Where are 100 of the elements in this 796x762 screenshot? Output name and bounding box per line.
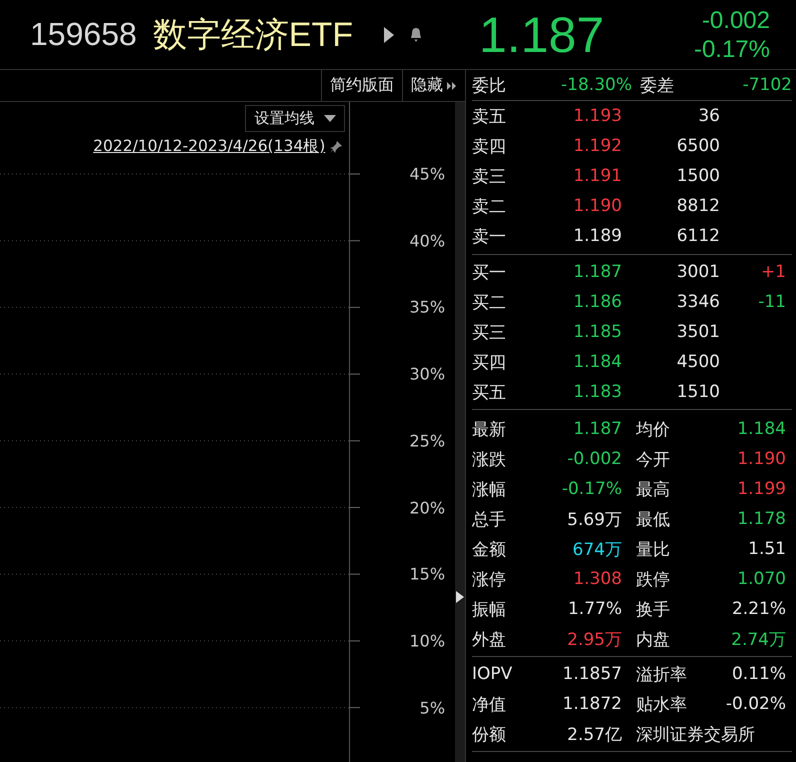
stat-value: 2.74万: [730, 628, 786, 650]
fund-label: 贴水率: [636, 694, 688, 716]
bid-volume: 3346: [676, 292, 720, 312]
row-label: 委差: [640, 74, 675, 96]
ask-label: 卖三: [472, 166, 507, 188]
stat-value: 1.308: [572, 569, 622, 589]
bid-label: 买二: [472, 292, 507, 314]
ask-volume: 36: [697, 106, 720, 126]
row-value: -7102: [742, 75, 792, 95]
stat-label: 最高: [636, 478, 671, 500]
stat-value: 1.199: [736, 479, 786, 499]
ask-volume: 6112: [676, 226, 720, 246]
axis-label: 15%: [409, 564, 446, 584]
bid-label: 买四: [472, 352, 507, 374]
axis-label: 5%: [420, 698, 446, 718]
bid-price: 1.183: [572, 382, 622, 402]
caret-icon: [324, 115, 336, 122]
stat-value: 1.77%: [566, 599, 622, 619]
ask-price: 1.189: [572, 226, 622, 246]
axis-label: 25%: [409, 431, 446, 450]
bid-volume: 1510: [676, 382, 720, 402]
stat-value: 1.178: [736, 509, 786, 529]
exchange-name: 深圳证券交易所: [636, 724, 756, 746]
axis-label: 45%: [409, 164, 446, 184]
last-price: 1.187: [479, 6, 604, 64]
stat-label: 金额: [472, 538, 507, 560]
ask-label: 卖一: [472, 226, 507, 248]
stat-value: 5.69万: [566, 508, 622, 530]
ask-volume: 1500: [676, 166, 720, 186]
bid-label: 买一: [472, 262, 507, 284]
stat-value: 2.95万: [566, 628, 622, 650]
stat-label: 今开: [636, 448, 671, 470]
stat-label: 外盘: [472, 628, 507, 650]
stat-value: 1.070: [736, 569, 786, 589]
expand-arrow-icon[interactable]: [383, 26, 395, 44]
stat-value: -0.17%: [560, 479, 622, 499]
fund-value: 1.1872: [562, 694, 622, 714]
stat-label: 涨停: [472, 568, 507, 590]
date-range-link[interactable]: 2022/10/12-2023/4/26(134根): [93, 136, 326, 157]
bid-price: 1.186: [572, 292, 622, 312]
stat-value: 1.184: [736, 419, 786, 439]
stat-label: 内盘: [636, 628, 671, 650]
ask-volume: 8812: [676, 196, 720, 216]
bid-volume: 3001: [676, 262, 720, 282]
volume-delta: -11: [757, 292, 786, 312]
ask-label: 卖二: [472, 196, 507, 218]
axis-label: 30%: [409, 364, 446, 384]
price-change: -0.002: [702, 6, 770, 34]
double-arrow-icon: [447, 80, 457, 90]
collapse-arrow-icon[interactable]: [456, 591, 464, 603]
stat-label: 换手: [636, 598, 671, 620]
moving-average-dropdown[interactable]: 设置均线: [245, 105, 346, 132]
pin-icon[interactable]: [329, 140, 344, 154]
stat-label: 振幅: [472, 598, 507, 620]
fund-label: 溢折率: [636, 664, 688, 686]
bid-label: 买五: [472, 382, 507, 404]
bid-price: 1.185: [572, 322, 622, 342]
fund-value: 2.57亿: [566, 724, 622, 746]
stock-name: 数字经济ETF: [152, 14, 353, 56]
stat-label: 最低: [636, 508, 671, 530]
stat-label: 涨幅: [472, 478, 507, 500]
bid-price: 1.184: [572, 352, 622, 372]
fund-value: -0.02%: [724, 694, 786, 714]
volume-delta: +1: [760, 262, 786, 282]
stat-label: 最新: [472, 418, 507, 440]
bell-icon[interactable]: [409, 26, 423, 42]
axis-label: 40%: [409, 231, 446, 250]
fund-label: 净值: [472, 694, 507, 716]
stock-code: 159658: [30, 16, 137, 53]
ask-label: 卖四: [472, 136, 507, 158]
stat-value: 1.51: [747, 539, 786, 559]
percent-change: -0.17%: [694, 34, 770, 64]
bid-price: 1.187: [572, 262, 622, 282]
bid-volume: 4500: [676, 352, 720, 372]
stat-value: -0.002: [566, 449, 622, 469]
fund-label: IOPV: [472, 664, 514, 684]
stat-value: 1.187: [572, 419, 622, 439]
fund-label: 份额: [472, 724, 507, 746]
fund-value: 1.1857: [562, 664, 622, 684]
bid-volume: 3501: [676, 322, 720, 342]
ask-price: 1.192: [572, 136, 622, 156]
stat-label: 跌停: [636, 568, 671, 590]
stat-label: 量比: [636, 538, 671, 560]
axis-label: 10%: [409, 631, 446, 650]
stat-label: 总手: [472, 508, 507, 530]
fund-value: 0.11%: [730, 664, 786, 684]
ask-price: 1.191: [572, 166, 622, 186]
ask-volume: 6500: [676, 136, 720, 156]
row-label: 委比: [472, 74, 507, 96]
axis-label: 35%: [409, 298, 446, 317]
stat-label: 均价: [636, 418, 671, 440]
stat-value: 2.21%: [730, 599, 786, 619]
stat-value: 1.190: [736, 449, 786, 469]
axis-label: 20%: [409, 498, 446, 517]
stat-value: 674万: [572, 538, 622, 560]
stat-label: 涨跌: [472, 448, 507, 470]
ask-price: 1.193: [572, 106, 622, 126]
row-value: -18.30%: [560, 75, 632, 95]
ask-label: 卖五: [472, 106, 507, 128]
ask-price: 1.190: [572, 196, 622, 216]
